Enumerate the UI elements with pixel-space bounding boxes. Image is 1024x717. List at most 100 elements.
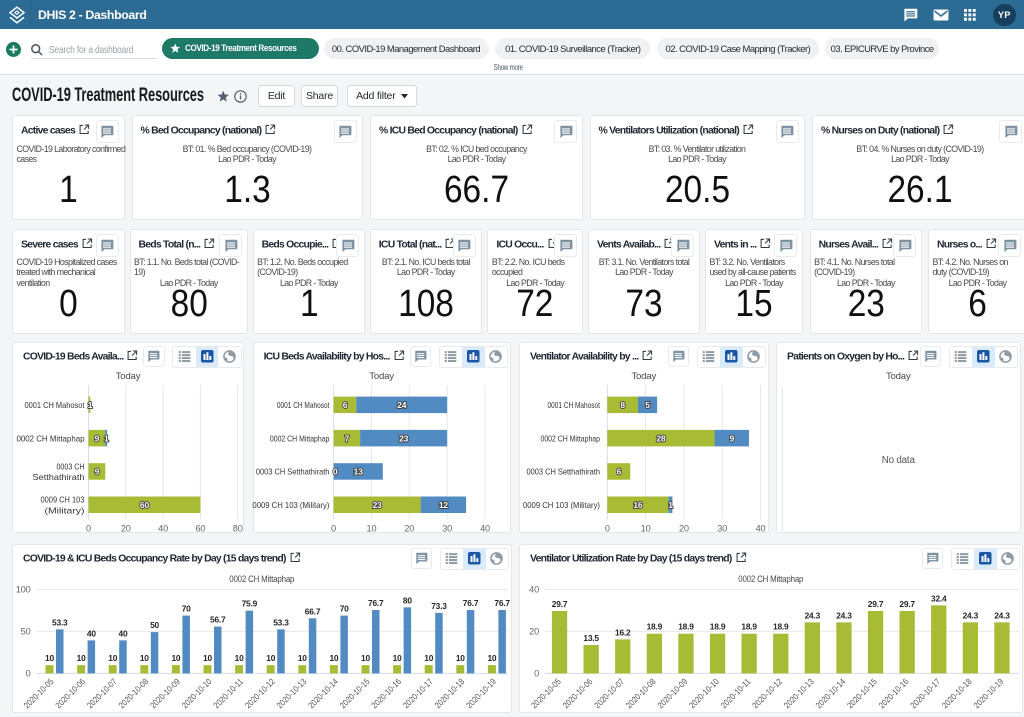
svg-text:53.3: 53.3 bbox=[52, 617, 68, 627]
svg-text:40: 40 bbox=[529, 585, 539, 595]
svg-text:12: 12 bbox=[438, 500, 448, 510]
svg-text:76.7: 76.7 bbox=[494, 598, 510, 608]
svg-text:9: 9 bbox=[730, 433, 735, 443]
svg-text:0: 0 bbox=[605, 523, 610, 533]
svg-text:10: 10 bbox=[235, 653, 244, 663]
svg-text:2020-10-09: 2020-10-09 bbox=[148, 676, 182, 710]
svg-text:10: 10 bbox=[329, 653, 338, 663]
svg-text:10: 10 bbox=[393, 653, 402, 663]
svg-text:20: 20 bbox=[121, 523, 131, 533]
svg-text:0: 0 bbox=[86, 523, 91, 533]
svg-text:2020-10-15: 2020-10-15 bbox=[845, 676, 879, 710]
svg-text:30: 30 bbox=[442, 523, 452, 533]
svg-text:50: 50 bbox=[21, 627, 31, 637]
svg-text:18.9: 18.9 bbox=[773, 622, 789, 632]
svg-text:2020-10-14: 2020-10-14 bbox=[813, 676, 847, 710]
svg-text:Setthathirath: Setthathirath bbox=[33, 472, 85, 482]
svg-text:28: 28 bbox=[656, 433, 666, 443]
svg-text:24: 24 bbox=[397, 400, 407, 410]
svg-text:0009 CH 103: 0009 CH 103 bbox=[41, 495, 85, 505]
svg-text:2020-10-08: 2020-10-08 bbox=[624, 676, 658, 710]
svg-text:24.3: 24.3 bbox=[994, 610, 1010, 620]
svg-text:2020-10-11: 2020-10-11 bbox=[211, 676, 245, 710]
svg-text:2020-10-13: 2020-10-13 bbox=[782, 676, 816, 710]
svg-text:100: 100 bbox=[16, 585, 31, 595]
svg-text:10: 10 bbox=[203, 653, 212, 663]
svg-text:60: 60 bbox=[195, 523, 205, 533]
svg-text:80: 80 bbox=[403, 595, 412, 605]
svg-text:13.5: 13.5 bbox=[583, 633, 599, 643]
svg-text:16.2: 16.2 bbox=[615, 627, 631, 637]
svg-text:2020-10-08: 2020-10-08 bbox=[116, 676, 150, 710]
svg-text:40: 40 bbox=[118, 628, 127, 638]
svg-text:8: 8 bbox=[620, 400, 625, 410]
svg-text:5: 5 bbox=[645, 400, 650, 410]
svg-text:10: 10 bbox=[641, 523, 651, 533]
svg-text:30: 30 bbox=[717, 523, 727, 533]
svg-text:24.3: 24.3 bbox=[805, 610, 821, 620]
svg-text:2020-10-19: 2020-10-19 bbox=[971, 676, 1005, 710]
svg-text:2020-10-17: 2020-10-17 bbox=[401, 676, 435, 710]
svg-text:2020-10-05: 2020-10-05 bbox=[22, 676, 56, 710]
svg-text:10: 10 bbox=[171, 653, 180, 663]
svg-text:0009 CH 103 (Military): 0009 CH 103 (Military) bbox=[252, 500, 329, 510]
svg-text:10: 10 bbox=[77, 653, 86, 663]
svg-text:1: 1 bbox=[88, 400, 93, 410]
svg-text:2020-10-05: 2020-10-05 bbox=[529, 676, 563, 710]
svg-text:75.9: 75.9 bbox=[242, 599, 258, 609]
svg-text:10: 10 bbox=[424, 653, 433, 663]
svg-text:10: 10 bbox=[361, 653, 370, 663]
svg-text:10: 10 bbox=[487, 653, 496, 663]
svg-text:0001 CH Mahosot: 0001 CH Mahosot bbox=[276, 400, 329, 410]
svg-text:16: 16 bbox=[633, 500, 643, 510]
svg-text:18.9: 18.9 bbox=[647, 622, 663, 632]
svg-text:2020-10-16: 2020-10-16 bbox=[369, 676, 403, 710]
svg-text:2020-10-07: 2020-10-07 bbox=[592, 676, 626, 710]
svg-text:10: 10 bbox=[366, 523, 376, 533]
svg-text:0001 CH Mahosot: 0001 CH Mahosot bbox=[548, 400, 601, 410]
svg-text:2020-10-07: 2020-10-07 bbox=[85, 676, 119, 710]
svg-text:40: 40 bbox=[87, 628, 96, 638]
svg-text:10: 10 bbox=[45, 653, 54, 663]
svg-text:73.3: 73.3 bbox=[431, 601, 447, 611]
svg-text:10: 10 bbox=[108, 653, 117, 663]
svg-text:76.7: 76.7 bbox=[368, 598, 384, 608]
svg-text:(Military): (Military) bbox=[45, 506, 85, 516]
svg-text:2020-10-06: 2020-10-06 bbox=[53, 676, 87, 710]
svg-text:0003 CH Setthathirath: 0003 CH Setthathirath bbox=[255, 467, 329, 477]
svg-text:0: 0 bbox=[331, 523, 336, 533]
svg-text:20: 20 bbox=[529, 627, 539, 637]
svg-text:60: 60 bbox=[140, 500, 150, 510]
svg-text:20: 20 bbox=[404, 523, 414, 533]
svg-text:40: 40 bbox=[756, 523, 766, 533]
svg-text:2020-10-14: 2020-10-14 bbox=[306, 676, 340, 710]
svg-text:29.7: 29.7 bbox=[552, 599, 568, 609]
svg-text:10: 10 bbox=[140, 653, 149, 663]
svg-text:10: 10 bbox=[298, 653, 307, 663]
svg-text:70: 70 bbox=[182, 604, 191, 614]
svg-text:20: 20 bbox=[679, 523, 689, 533]
svg-text:0002 CH Mittaphap: 0002 CH Mittaphap bbox=[269, 433, 329, 443]
svg-text:10: 10 bbox=[456, 653, 465, 663]
svg-text:56.7: 56.7 bbox=[210, 615, 226, 625]
svg-text:18.9: 18.9 bbox=[741, 622, 757, 632]
svg-text:0: 0 bbox=[332, 467, 337, 477]
svg-text:9: 9 bbox=[95, 467, 100, 477]
svg-text:2020-10-10: 2020-10-10 bbox=[687, 676, 721, 710]
svg-text:2020-10-19: 2020-10-19 bbox=[464, 676, 498, 710]
svg-text:2020-10-12: 2020-10-12 bbox=[750, 676, 784, 710]
svg-text:23: 23 bbox=[372, 500, 382, 510]
svg-text:40: 40 bbox=[480, 523, 490, 533]
svg-text:2020-10-15: 2020-10-15 bbox=[338, 676, 372, 710]
svg-text:9: 9 bbox=[95, 433, 100, 443]
svg-text:23: 23 bbox=[399, 433, 409, 443]
svg-text:0009 CH 103 (Military): 0009 CH 103 (Military) bbox=[523, 500, 600, 510]
svg-text:2020-10-16: 2020-10-16 bbox=[877, 676, 911, 710]
svg-text:53.3: 53.3 bbox=[273, 617, 289, 627]
svg-text:40: 40 bbox=[158, 523, 168, 533]
svg-text:2020-10-18: 2020-10-18 bbox=[940, 676, 974, 710]
svg-text:24.3: 24.3 bbox=[836, 610, 852, 620]
svg-text:80: 80 bbox=[233, 523, 243, 533]
svg-text:2020-10-11: 2020-10-11 bbox=[719, 676, 753, 710]
svg-text:32.4: 32.4 bbox=[931, 593, 947, 603]
